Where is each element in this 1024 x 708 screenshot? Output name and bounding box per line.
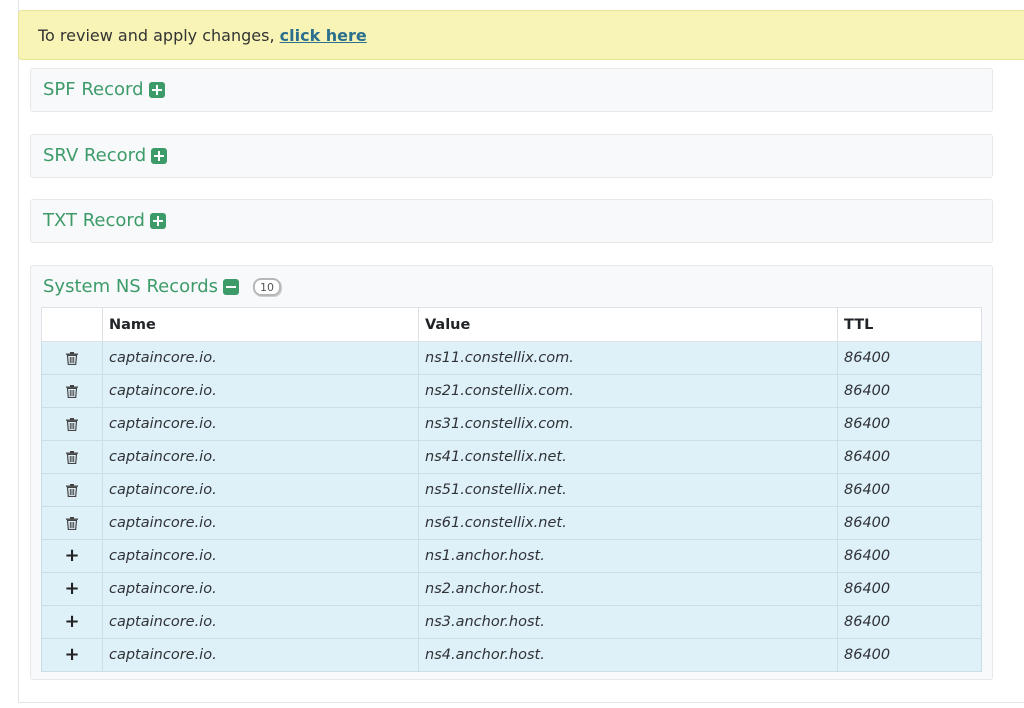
row-action-cell: + [41, 605, 103, 639]
row-action-cell: + [41, 539, 103, 573]
row-action-cell [41, 440, 103, 474]
trash-icon[interactable] [66, 350, 78, 366]
table-header-row: Name Value TTL [41, 307, 982, 342]
system-ns-records-header: System NS Records 10 [43, 276, 282, 297]
record-count-badge: 10 [253, 277, 282, 296]
row-ttl-cell: 86400 [837, 341, 982, 375]
plus-square-icon[interactable] [148, 81, 165, 98]
table-row: captaincore.io. ns51.constellix.net. 86400 [41, 473, 982, 507]
row-ttl-cell: 86400 [837, 506, 982, 540]
row-name-cell: captaincore.io. [102, 539, 419, 573]
row-action-cell [41, 374, 103, 408]
row-ttl-cell: 86400 [837, 440, 982, 474]
row-ttl-cell: 86400 [837, 638, 982, 672]
plus-icon[interactable]: + [64, 580, 79, 598]
row-name-cell: captaincore.io. [102, 341, 419, 375]
srv-record-header: SRV Record [43, 145, 168, 166]
row-ttl-cell: 86400 [837, 374, 982, 408]
row-name-cell: captaincore.io. [102, 638, 419, 672]
plus-square-icon[interactable] [151, 147, 168, 164]
plus-icon[interactable]: + [64, 646, 79, 664]
row-ttl-cell: 86400 [837, 473, 982, 507]
table-row: + captaincore.io. ns3.anchor.host. 86400 [41, 605, 982, 639]
txt-record-panel: TXT Record [30, 199, 993, 243]
row-name-cell: captaincore.io. [102, 605, 419, 639]
srv-record-panel: SRV Record [30, 134, 993, 178]
spf-record-title: SPF Record [43, 79, 144, 100]
row-value-cell: ns41.constellix.net. [418, 440, 838, 474]
table-row: captaincore.io. ns31.constellix.com. 86400 [41, 407, 982, 441]
row-name-cell: captaincore.io. [102, 407, 419, 441]
review-changes-notice: To review and apply changes, click here [18, 10, 1024, 60]
row-action-cell [41, 407, 103, 441]
ttl-column-header: TTL [837, 307, 982, 342]
row-value-cell: ns3.anchor.host. [418, 605, 838, 639]
row-name-cell: captaincore.io. [102, 374, 419, 408]
row-action-cell: + [41, 638, 103, 672]
row-value-cell: ns21.constellix.com. [418, 374, 838, 408]
system-ns-records-body: captaincore.io. ns11.constellix.com. 86400… [41, 341, 982, 672]
table-row: captaincore.io. ns21.constellix.com. 86400 [41, 374, 982, 408]
table-row: captaincore.io. ns61.constellix.net. 86400 [41, 506, 982, 540]
system-ns-records-panel: System NS Records 10 Name Value TTL capt… [30, 265, 993, 680]
table-row: + captaincore.io. ns4.anchor.host. 86400 [41, 638, 982, 672]
name-column-header: Name [102, 307, 419, 342]
row-value-cell: ns11.constellix.com. [418, 341, 838, 375]
row-value-cell: ns2.anchor.host. [418, 572, 838, 606]
row-value-cell: ns1.anchor.host. [418, 539, 838, 573]
plus-icon[interactable]: + [64, 613, 79, 631]
table-row: + captaincore.io. ns1.anchor.host. 86400 [41, 539, 982, 573]
txt-record-header: TXT Record [43, 210, 166, 231]
row-action-cell [41, 473, 103, 507]
txt-record-title: TXT Record [43, 210, 145, 231]
trash-icon[interactable] [66, 449, 78, 465]
row-action-cell [41, 506, 103, 540]
row-ttl-cell: 86400 [837, 572, 982, 606]
trash-icon[interactable] [66, 482, 78, 498]
srv-record-title: SRV Record [43, 145, 147, 166]
table-row: captaincore.io. ns11.constellix.com. 86400 [41, 341, 982, 375]
spf-record-panel: SPF Record [30, 68, 993, 112]
row-ttl-cell: 86400 [837, 407, 982, 441]
trash-icon[interactable] [66, 515, 78, 531]
action-column-header [41, 307, 103, 342]
row-value-cell: ns51.constellix.net. [418, 473, 838, 507]
minus-square-icon[interactable] [223, 278, 240, 295]
value-column-header: Value [418, 307, 838, 342]
table-row: captaincore.io. ns41.constellix.net. 86400 [41, 440, 982, 474]
spf-record-header: SPF Record [43, 79, 165, 100]
row-action-cell [41, 341, 103, 375]
click-here-link[interactable]: click here [280, 26, 367, 45]
row-name-cell: captaincore.io. [102, 473, 419, 507]
plus-square-icon[interactable] [149, 212, 166, 229]
row-value-cell: ns4.anchor.host. [418, 638, 838, 672]
row-action-cell: + [41, 572, 103, 606]
row-value-cell: ns31.constellix.com. [418, 407, 838, 441]
trash-icon[interactable] [66, 416, 78, 432]
row-name-cell: captaincore.io. [102, 440, 419, 474]
system-ns-records-table: Name Value TTL captaincore.io. ns11.const… [41, 307, 982, 672]
trash-icon[interactable] [66, 383, 78, 399]
row-name-cell: captaincore.io. [102, 506, 419, 540]
row-ttl-cell: 86400 [837, 605, 982, 639]
system-ns-records-title: System NS Records [43, 276, 219, 297]
plus-icon[interactable]: + [64, 547, 79, 565]
row-ttl-cell: 86400 [837, 539, 982, 573]
row-value-cell: ns61.constellix.net. [418, 506, 838, 540]
notice-text: To review and apply changes, [38, 26, 280, 45]
row-name-cell: captaincore.io. [102, 572, 419, 606]
table-row: + captaincore.io. ns2.anchor.host. 86400 [41, 572, 982, 606]
